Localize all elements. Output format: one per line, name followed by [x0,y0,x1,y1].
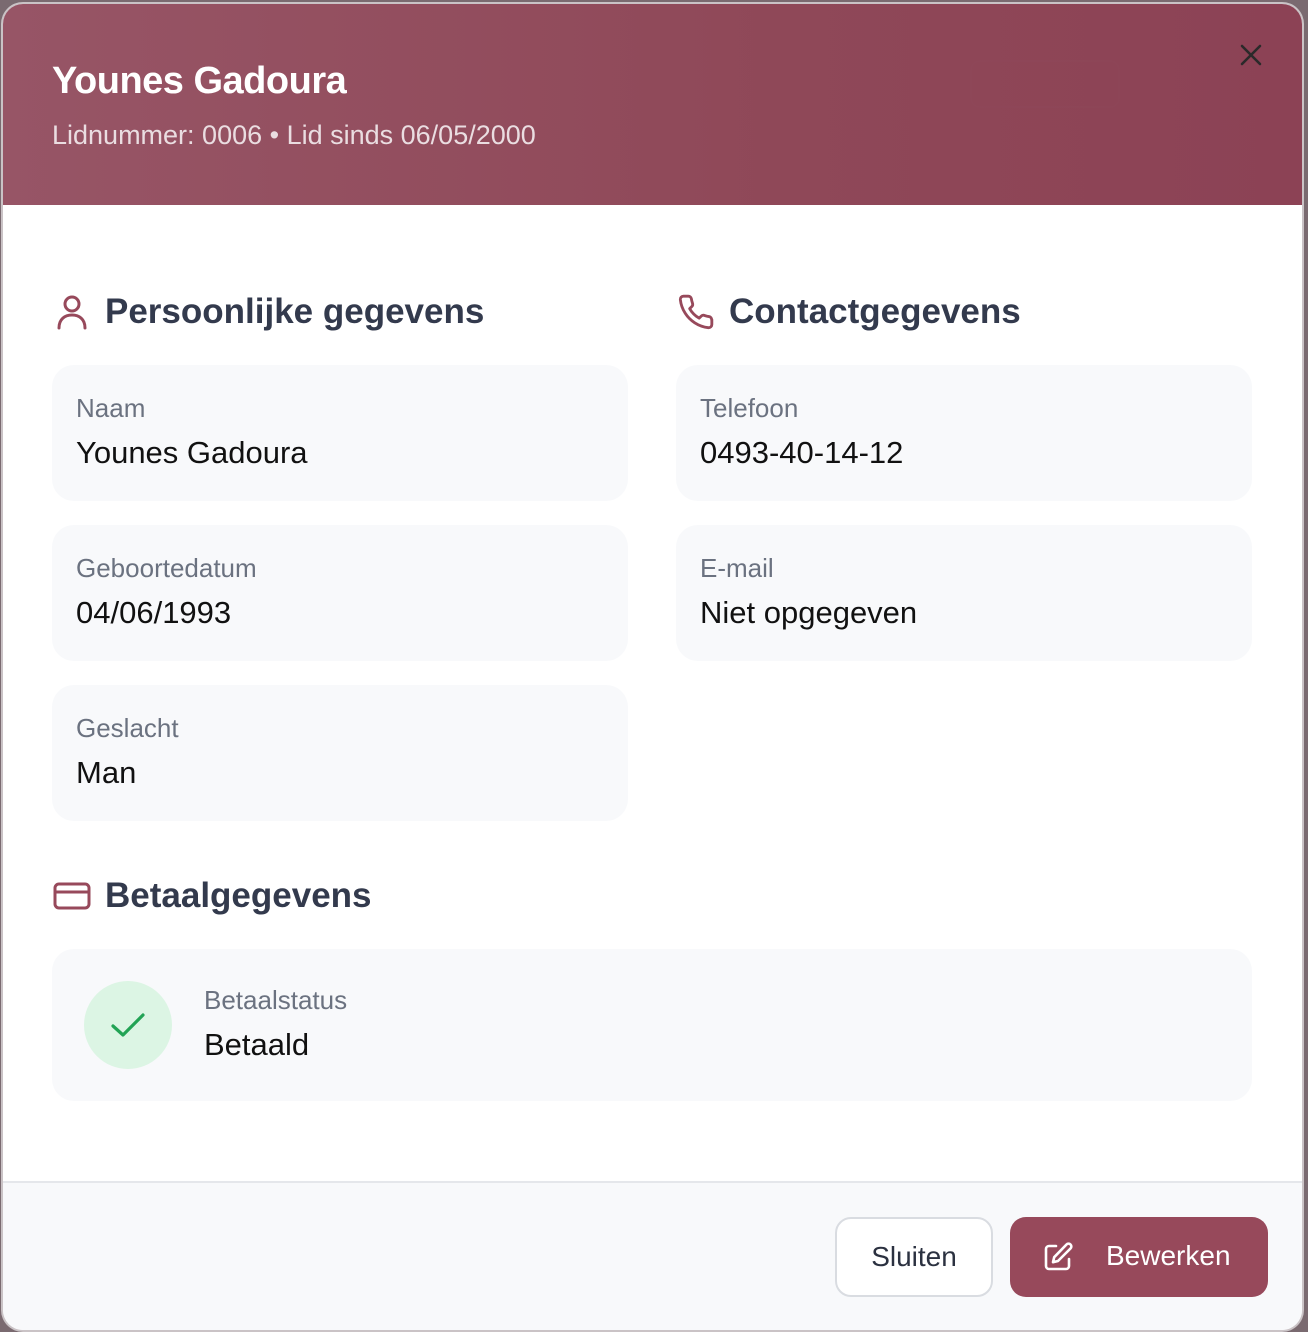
field-label: Geboortedatum [76,553,257,583]
field-email: E-mail Niet opgegeven [676,525,1252,661]
edit-button[interactable]: Bewerken [1010,1217,1268,1297]
close-button[interactable] [1232,36,1270,74]
field-value: Niet opgegeven [700,595,918,630]
close-modal-button[interactable]: Sluiten [835,1217,993,1297]
check-icon [111,1013,145,1037]
field-geboortedatum: Geboortedatum 04/06/1993 [52,525,628,661]
contact-section-title: Contactgegevens [729,292,1021,331]
contact-section-header: Contactgegevens [676,292,1021,332]
payment-section-header: Betaalgegevens [52,876,372,916]
payment-status-card: Betaalstatus Betaald [52,949,1252,1101]
member-name-title: Younes Gadoura [52,60,347,102]
modal-footer: Sluiten Bewerken [3,1181,1302,1330]
user-icon [52,292,92,332]
personal-section-header: Persoonlijke gegevens [52,292,484,332]
personal-section-title: Persoonlijke gegevens [105,292,485,331]
field-label: Naam [76,393,146,423]
field-label: Geslacht [76,713,179,743]
field-value: 0493-40-14-12 [700,435,904,470]
close-icon [1240,44,1262,66]
status-badge [84,981,172,1069]
field-label: E-mail [700,553,774,583]
field-value: 04/06/1993 [76,595,232,630]
member-subtitle: Lidnummer: 0006 • Lid sinds 06/05/2000 [52,120,536,150]
edit-icon [1044,1242,1073,1271]
field-value: Younes Gadoura [76,435,308,470]
member-detail-modal: Younes Gadoura Lidnummer: 0006 • Lid sin… [3,4,1302,1330]
field-value: Man [76,755,137,790]
payment-status-label: Betaalstatus [204,985,348,1015]
payment-section-title: Betaalgegevens [105,876,372,915]
credit-card-icon [52,876,92,916]
payment-status-value: Betaald [204,1027,310,1062]
phone-icon [676,292,716,332]
field-telefoon: Telefoon 0493-40-14-12 [676,365,1252,501]
field-label: Telefoon [700,393,799,423]
field-geslacht: Geslacht Man [52,685,628,821]
ghost-header-button [970,60,1120,108]
modal-header: Younes Gadoura Lidnummer: 0006 • Lid sin… [3,4,1302,205]
edit-button-label: Bewerken [1106,1240,1231,1271]
field-naam: Naam Younes Gadoura [52,365,628,501]
